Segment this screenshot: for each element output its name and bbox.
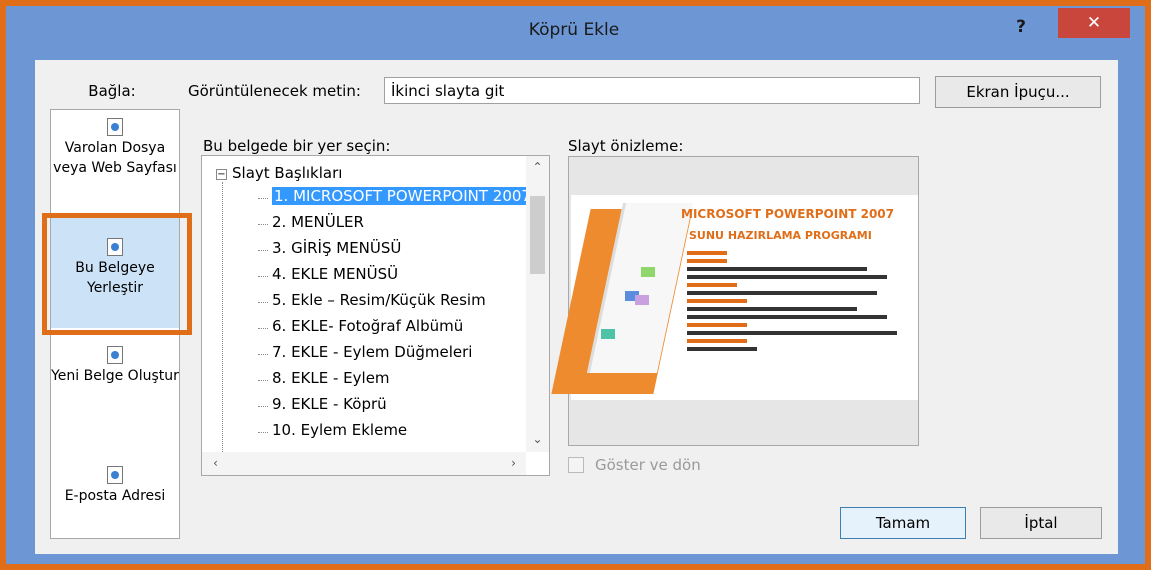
tree-item[interactable]: 9. EKLE - Köprü: [258, 395, 528, 418]
vertical-scroll-thumb[interactable]: [530, 196, 545, 274]
vertical-scrollbar[interactable]: ⌃ ⌄: [526, 156, 549, 452]
show-and-return-label: Göster ve dön: [595, 456, 701, 474]
tree-item-label: 4. EKLE MENÜSÜ: [272, 265, 399, 283]
tree-item-label: 10. Eylem Ekleme: [272, 421, 408, 439]
web-page-icon: [107, 118, 123, 136]
bookmark-tab: [641, 267, 655, 277]
help-button[interactable]: ?: [1006, 12, 1036, 42]
tree-item-label: 6. EKLE- Fotoğraf Albümü: [272, 317, 464, 335]
place-new-document[interactable]: Yeni Belge Oluştur: [51, 346, 179, 386]
scroll-right-icon[interactable]: ›: [502, 454, 525, 472]
ok-button[interactable]: Tamam: [840, 507, 966, 539]
tree-item[interactable]: 8. EKLE - Eylem: [258, 369, 528, 392]
place-new-document-label: Yeni Belge Oluştur: [51, 368, 179, 384]
show-and-return-checkbox[interactable]: [568, 457, 584, 473]
selection-highlight-frame: [42, 213, 192, 335]
screentip-button[interactable]: Ekran İpuçu...: [935, 76, 1101, 108]
bookmark-tab: [601, 329, 615, 339]
slide-preview: MICROSOFT POWERPOINT 2007 SUNU HAZIRLAMA…: [551, 156, 919, 446]
scroll-down-icon[interactable]: ⌄: [526, 430, 549, 448]
tree-guide-line: [222, 182, 223, 452]
slide-text-lines: [687, 251, 907, 355]
tree-item[interactable]: 3. GİRİŞ MENÜSÜ: [258, 239, 528, 262]
cancel-button[interactable]: İptal: [980, 507, 1102, 539]
tree-root[interactable]: − Slayt Başlıkları: [216, 164, 342, 182]
tree-item[interactable]: 2. MENÜLER: [258, 213, 528, 236]
scroll-up-icon[interactable]: ⌃: [526, 158, 549, 176]
tree-item-label: 8. EKLE - Eylem: [272, 369, 390, 387]
tree-item-label: 3. GİRİŞ MENÜSÜ: [272, 239, 402, 257]
tree-item[interactable]: 10. Eylem Ekleme: [258, 421, 528, 444]
slide-thumbnail: MICROSOFT POWERPOINT 2007 SUNU HAZIRLAMA…: [551, 195, 918, 400]
tree-item[interactable]: 4. EKLE MENÜSÜ: [258, 265, 528, 288]
email-icon: [107, 466, 123, 484]
tree-item-label: 9. EKLE - Köprü: [272, 395, 387, 413]
place-existing-file[interactable]: Varolan Dosya veya Web Sayfası: [51, 118, 179, 178]
tree-root-label: Slayt Başlıkları: [232, 164, 343, 182]
place-in-document-label: Bu belgede bir yer seçin:: [203, 137, 391, 155]
tree-item[interactable]: 5. Ekle – Resim/Küçük Resim: [258, 291, 528, 314]
place-existing-file-label: Varolan Dosya veya Web Sayfası: [53, 140, 177, 176]
dialog-title: Köprü Ekle: [528, 20, 620, 40]
tree-item-label: 7. EKLE - Eylem Düğmeleri: [272, 343, 473, 361]
tree-item[interactable]: 6. EKLE- Fotoğraf Albümü: [258, 317, 528, 340]
new-document-icon: [107, 346, 123, 364]
bookmark-tab: [635, 295, 649, 305]
slide-title: MICROSOFT POWERPOINT 2007: [681, 207, 894, 221]
horizontal-scrollbar[interactable]: ‹ ›: [202, 452, 526, 475]
tree-item[interactable]: 7. EKLE - Eylem Düğmeleri: [258, 343, 528, 366]
slide-subtitle: SUNU HAZIRLAMA PROGRAMI: [689, 229, 872, 242]
link-to-label: Bağla:: [88, 82, 136, 100]
close-button[interactable]: ✕: [1058, 8, 1130, 38]
display-text-input[interactable]: [384, 77, 920, 104]
place-email-address-label: E-posta Adresi: [64, 488, 166, 504]
place-email-address[interactable]: E-posta Adresi: [51, 466, 179, 506]
scroll-left-icon[interactable]: ‹: [204, 454, 227, 472]
collapse-icon[interactable]: −: [216, 169, 227, 180]
tree-item-label: 2. MENÜLER: [272, 213, 364, 231]
slide-tree[interactable]: − Slayt Başlıkları 1. MICROSOFT POWERPOIN…: [201, 155, 550, 476]
tree-item-label: 1. MICROSOFT POWERPOINT 2007: [272, 187, 528, 205]
tree-item[interactable]: 1. MICROSOFT POWERPOINT 2007: [258, 187, 528, 210]
display-text-label: Görüntülenecek metin:: [188, 82, 361, 100]
tree-item-label: 5. Ekle – Resim/Küçük Resim: [272, 291, 486, 309]
slide-preview-label: Slayt önizleme:: [568, 137, 684, 155]
title-bar: Köprü Ekle ? ✕: [14, 6, 1134, 54]
